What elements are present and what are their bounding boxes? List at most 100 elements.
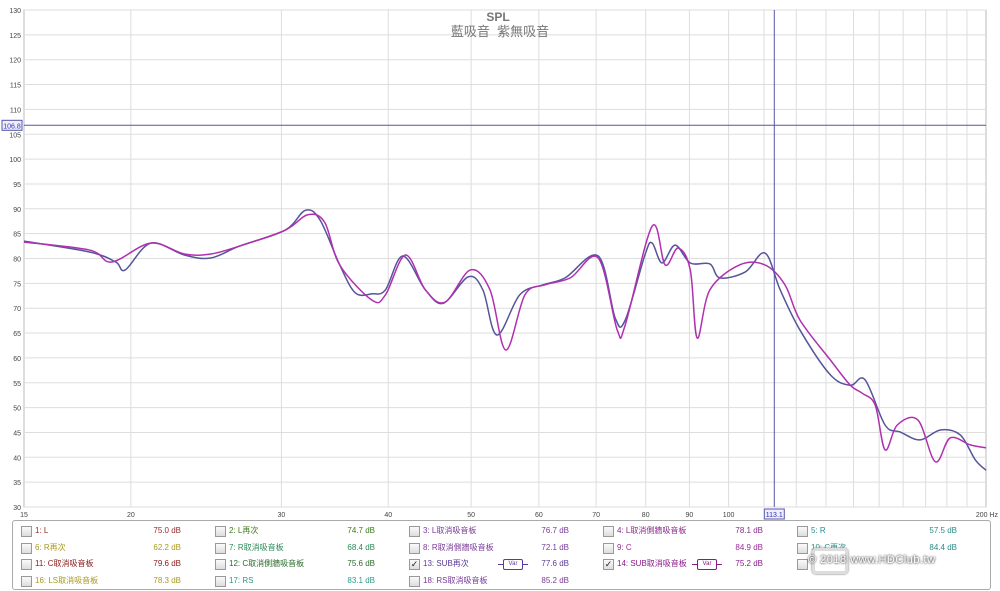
checkbox[interactable] [409, 526, 420, 537]
legend-label: 3: L取消吸音板 [423, 526, 477, 535]
legend-item[interactable]: 4: L取消側牆吸音板 78.1 dB [599, 523, 789, 539]
legend-label: 4: L取消側牆吸音板 [617, 526, 687, 535]
y-tick-label: 105 [9, 132, 21, 139]
cursor-y-label: 106.8 [3, 123, 21, 130]
legend-value: 62.2 dB [153, 542, 181, 552]
legend-item[interactable]: 9: C 84.9 dB [599, 540, 789, 556]
legend-label: 16: LS取消吸音板 [35, 575, 99, 585]
legend-item[interactable]: 17: RS 83.1 dB [211, 573, 401, 589]
legend-label: 12: C取消側牆吸音板 [229, 559, 305, 568]
legend-item[interactable]: 6: R再次 62.2 dB [17, 540, 207, 556]
checkbox[interactable] [215, 559, 226, 570]
x-tick-label: 100 [723, 512, 735, 519]
checkbox[interactable] [215, 575, 226, 587]
y-tick-label: 65 [13, 331, 21, 338]
legend-value: 75.6 dB [347, 559, 375, 568]
chart-subtitle: 藍吸音 紫無吸音 [451, 24, 549, 39]
legend-item[interactable]: 8: R取消側牆吸音板 72.1 dB [405, 540, 595, 556]
watermark: © 2018 www.HDClub.tw [808, 554, 936, 566]
legend-label: 9: C [617, 542, 632, 552]
y-tick-label: 60 [13, 356, 21, 363]
y-tick-label: 35 [13, 480, 21, 487]
var-smoothing-button[interactable]: Var [692, 559, 722, 570]
checkbox[interactable] [215, 526, 226, 537]
y-tick-label: 50 [13, 406, 21, 413]
checkbox[interactable] [21, 526, 32, 537]
legend-item[interactable]: ✓ 13: SUB再次 77.6 dB Var [405, 556, 595, 572]
legend-label: 8: R取消側牆吸音板 [423, 542, 494, 552]
checkbox[interactable] [21, 575, 32, 587]
x-tick-label: 40 [384, 512, 392, 519]
legend-label: 14: SUB取消吸音板 [617, 559, 687, 568]
legend-item[interactable]: ✓ 14: SUB取消吸音板 75.2 dB Var [599, 556, 789, 572]
y-tick-label: 80 [13, 257, 21, 264]
y-tick-label: 95 [13, 182, 21, 189]
x-tick-label: 30 [278, 512, 286, 519]
checkbox[interactable]: ✓ [603, 559, 614, 570]
legend-label: 1: L [35, 526, 49, 535]
x-tick-label: 90 [686, 512, 694, 519]
legend-value: 85.2 dB [541, 575, 569, 585]
legend-item[interactable]: 16: LS取消吸音板 78.3 dB [17, 573, 207, 589]
legend-item[interactable]: 1: L 75.0 dB [17, 523, 207, 539]
legend-value: 78.1 dB [735, 526, 763, 535]
y-tick-label: 125 [9, 33, 21, 40]
legend-label: 17: RS [229, 575, 254, 585]
y-tick-label: 90 [13, 207, 21, 214]
y-tick-label: 85 [13, 232, 21, 239]
x-tick-label: 70 [592, 512, 600, 519]
x-tick-label: 200 Hz [976, 512, 999, 519]
legend-item[interactable]: 11: C取消吸音板 79.6 dB [17, 556, 207, 572]
checkbox[interactable] [603, 542, 614, 554]
legend-label: 7: R取消吸音板 [229, 542, 284, 552]
y-tick-label: 70 [13, 306, 21, 313]
x-tick-label: 80 [642, 512, 650, 519]
legend-item[interactable]: 7: R取消吸音板 68.4 dB [211, 540, 401, 556]
grid [23, 9, 987, 508]
y-tick-label: 45 [13, 430, 21, 437]
checkbox[interactable] [409, 542, 420, 554]
legend-value: 72.1 dB [541, 542, 569, 552]
checkbox[interactable] [409, 575, 420, 587]
legend-item[interactable]: 3: L取消吸音板 76.7 dB [405, 523, 595, 539]
legend-value: 79.6 dB [153, 559, 181, 568]
checkbox[interactable] [21, 542, 32, 554]
checkbox[interactable]: ✓ [409, 559, 420, 570]
chart-title: SPL [486, 10, 509, 24]
var-smoothing-button[interactable]: Var [498, 559, 528, 570]
spl-chart[interactable]: 30 35 40 45 50 55 60 65 70 75 80 85 90 95 100 105 110 115… [0, 0, 1000, 520]
checkbox[interactable] [797, 526, 808, 537]
legend-label: 6: R再次 [35, 542, 66, 552]
legend-value: 57.5 dB [929, 526, 957, 535]
y-tick-label: 100 [9, 157, 21, 164]
x-tick-label: 60 [535, 512, 543, 519]
y-tick-label: 40 [13, 455, 21, 462]
y-tick-label: 30 [13, 505, 21, 512]
checkbox[interactable] [21, 559, 32, 570]
legend-item[interactable]: 12: C取消側牆吸音板 75.6 dB [211, 556, 401, 572]
legend-value: 68.4 dB [347, 542, 375, 552]
y-tick-label: 115 [10, 83, 21, 90]
checkbox[interactable] [603, 526, 614, 537]
legend-item[interactable]: 18: RS取消吸音板 85.2 dB [405, 573, 595, 589]
checkbox[interactable] [797, 559, 808, 570]
legend-value: 78.3 dB [153, 575, 181, 585]
legend-value: 75.2 dB [735, 559, 763, 568]
checkbox[interactable] [797, 542, 808, 554]
legend-item[interactable]: 2: L再次 74.7 dB [211, 523, 401, 539]
legend-value: 76.7 dB [541, 526, 569, 535]
legend-label: 11: C取消吸音板 [35, 559, 94, 568]
legend-value: 83.1 dB [347, 575, 375, 585]
legend-label: 13: SUB再次 [423, 559, 469, 568]
legend-value: 75.0 dB [153, 526, 181, 535]
x-tick-label: 50 [467, 512, 475, 519]
checkbox[interactable] [215, 542, 226, 554]
y-tick-label: 120 [9, 58, 21, 65]
legend-item[interactable]: 5: R 57.5 dB [793, 523, 983, 539]
legend-label: 2: L再次 [229, 526, 259, 535]
legend-label: 5: R [811, 526, 826, 535]
y-tick-label: 110 [10, 107, 21, 114]
y-tick-label: 55 [13, 381, 21, 388]
x-tick-label: 15 [20, 512, 28, 519]
legend-label: 18: RS取消吸音板 [423, 575, 488, 585]
